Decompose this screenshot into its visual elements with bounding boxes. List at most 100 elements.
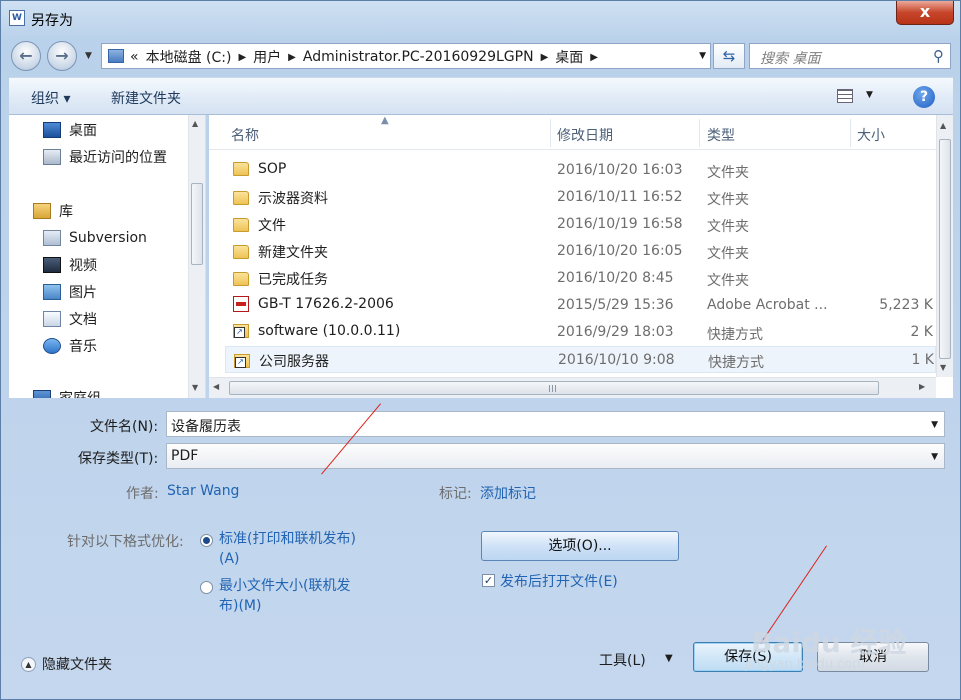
baidu-watermark-logo: Baidu 经验 jingyan.baidu.com [739,597,959,677]
scroll-up-icon[interactable]: ▲ [940,121,946,130]
organize-menu[interactable]: 组织 ▾ [31,88,70,108]
table-row[interactable]: software (10.0.0.11) 2016/9/29 18:03 快捷方… [225,319,936,346]
help-button[interactable]: ? [913,86,935,108]
column-header-date[interactable]: 修改日期 [557,125,613,145]
sidebar-item-libraries[interactable]: 库 [33,199,73,223]
column-header-size[interactable]: 大小 [857,125,885,145]
radio-standard-label[interactable]: 标准(打印和联机发布) (A) [219,529,356,569]
library-icon [33,203,51,219]
sort-ascending-icon: ▲ [381,115,389,126]
table-row[interactable]: 文件 2016/10/19 16:58 文件夹 [225,211,936,238]
column-header-type[interactable]: 类型 [707,125,735,145]
view-dropdown-icon[interactable]: ▼ [866,90,873,100]
sidebar-item-label: 最近访问的位置 [69,150,167,166]
sidebar-item-videos[interactable]: 视频 [43,253,97,277]
table-row[interactable]: SOP 2016/10/20 16:03 文件夹 [225,157,936,184]
scroll-left-icon[interactable]: ◀ [213,382,219,391]
author-value[interactable]: Star Wang [167,483,239,499]
documents-icon [43,311,61,327]
new-folder-button[interactable]: 新建文件夹 [111,88,181,108]
file-size: 5,223 K [879,297,933,313]
refresh-button[interactable]: ⇆ [713,43,745,69]
folder-icon [233,191,249,205]
scroll-up-icon[interactable]: ▲ [192,119,198,128]
table-row[interactable]: GB-T 17626.2-2006 2015/5/29 15:36 Adobe … [225,292,936,319]
file-date: 2016/10/11 16:52 [557,189,683,205]
filetype-value: PDF [171,448,199,464]
breadcrumb-overflow[interactable]: « [130,49,139,65]
radio-standard[interactable] [200,534,213,547]
back-button[interactable]: ← [11,41,41,71]
folder-icon [233,272,249,286]
tools-menu[interactable]: 工具(L) [599,650,646,670]
column-divider[interactable] [850,119,851,147]
sidebar-item-music[interactable]: 音乐 [43,334,97,358]
open-after-publish-checkbox[interactable]: ✓ [482,574,495,587]
filename-value: 设备履历表 [171,419,241,435]
filetype-select[interactable]: PDF ▼ [166,443,945,469]
radio-standard-text-line1: 标准(打印和联机发布) [219,531,356,547]
search-input[interactable]: 搜索 桌面 [760,48,820,68]
file-list-scroll-thumb[interactable] [939,139,951,359]
file-name: software (10.0.0.11) [258,323,401,339]
shortcut-icon [234,354,250,368]
address-dropdown-icon[interactable]: ▼ [699,51,706,61]
address-bar[interactable]: « 本地磁盘 (C:) ▶ 用户 ▶ Administrator.PC-2016… [101,43,711,69]
open-after-publish-label[interactable]: 发布后打开文件(E) [500,571,618,591]
options-button[interactable]: 选项(O)... [481,531,679,561]
file-name: 公司服务器 [259,354,329,370]
file-type: 快捷方式 [708,355,764,371]
file-name: 文件 [258,218,286,234]
filename-field[interactable]: 设备履历表 ▼ [166,411,945,437]
hide-folders-toggle[interactable]: ▲ 隐藏文件夹 [21,654,112,674]
filetype-dropdown-icon[interactable]: ▼ [931,452,938,462]
breadcrumb-separator-icon[interactable]: ▶ [238,52,246,63]
table-row[interactable]: 公司服务器 2016/10/10 9:08 快捷方式 1 K [225,346,936,373]
breadcrumb-item[interactable]: 用户 [253,47,281,67]
scroll-down-icon[interactable]: ▼ [192,383,198,392]
subversion-icon [43,230,61,246]
forward-button[interactable]: → [47,41,77,71]
sidebar-scroll-thumb[interactable] [191,183,203,265]
table-row[interactable]: 新建文件夹 2016/10/20 16:05 文件夹 [225,238,936,265]
scroll-right-icon[interactable]: ▶ [919,382,925,391]
sidebar-item-homegroup[interactable]: 家庭组 [33,386,101,398]
hide-folders-label: 隐藏文件夹 [42,657,112,673]
sidebar-item-recent-places[interactable]: 最近访问的位置 [43,145,167,169]
radio-minimum-size[interactable] [200,581,213,594]
column-divider[interactable] [699,119,700,147]
table-row[interactable]: 已完成任务 2016/10/20 8:45 文件夹 [225,265,936,292]
pictures-icon [43,284,61,300]
tags-label: 标记: [439,486,472,502]
file-list-horizontal-scrollbar[interactable]: ◀ ▶ [209,377,936,398]
sidebar-item-documents[interactable]: 文档 [43,307,97,331]
folder-icon [233,218,249,232]
view-options-icon[interactable] [837,89,853,103]
column-header-name[interactable]: 名称 [231,125,259,145]
sidebar-item-subversion[interactable]: Subversion [43,226,147,250]
navigation-pane: 桌面 最近访问的位置 库 Subversion 视频 图片 文档 音乐 ▲ ▼ [9,115,206,398]
breadcrumb-separator-icon[interactable]: ▶ [590,52,598,63]
close-button[interactable]: x [896,1,954,25]
breadcrumb-item[interactable]: 本地磁盘 (C:) [146,47,232,67]
breadcrumb-separator-icon[interactable]: ▶ [541,52,549,63]
recent-pages-dropdown-icon[interactable]: ▼ [85,51,92,61]
breadcrumb-item[interactable]: 桌面 [555,47,583,67]
table-row[interactable]: 示波器资料 2016/10/11 16:52 文件夹 [225,184,936,211]
radio-minimum-size-label[interactable]: 最小文件大小(联机发 布)(M) [219,576,350,616]
sidebar-scrollbar[interactable]: ▲ ▼ [188,115,205,398]
scroll-down-icon[interactable]: ▼ [940,363,946,372]
search-box[interactable]: 搜索 桌面 ⚲ [749,43,951,69]
sidebar-item-desktop[interactable]: 桌面 [43,118,97,142]
file-list: ▲ 名称 修改日期 类型 大小 SOP 2016/10/20 16:03 文件夹… [209,115,953,398]
tags-value[interactable]: 添加标记 [480,483,536,503]
sidebar-item-pictures[interactable]: 图片 [43,280,97,304]
folder-location-icon [108,49,124,63]
column-divider[interactable] [550,119,551,147]
tools-dropdown-icon[interactable]: ▼ [665,653,673,664]
shortcut-icon [233,324,249,338]
breadcrumb-item[interactable]: Administrator.PC-20160929LGPN [303,49,534,65]
filename-dropdown-icon[interactable]: ▼ [931,420,938,430]
breadcrumb-separator-icon[interactable]: ▶ [288,52,296,63]
file-list-vertical-scrollbar[interactable]: ▲ ▼ [936,115,953,377]
